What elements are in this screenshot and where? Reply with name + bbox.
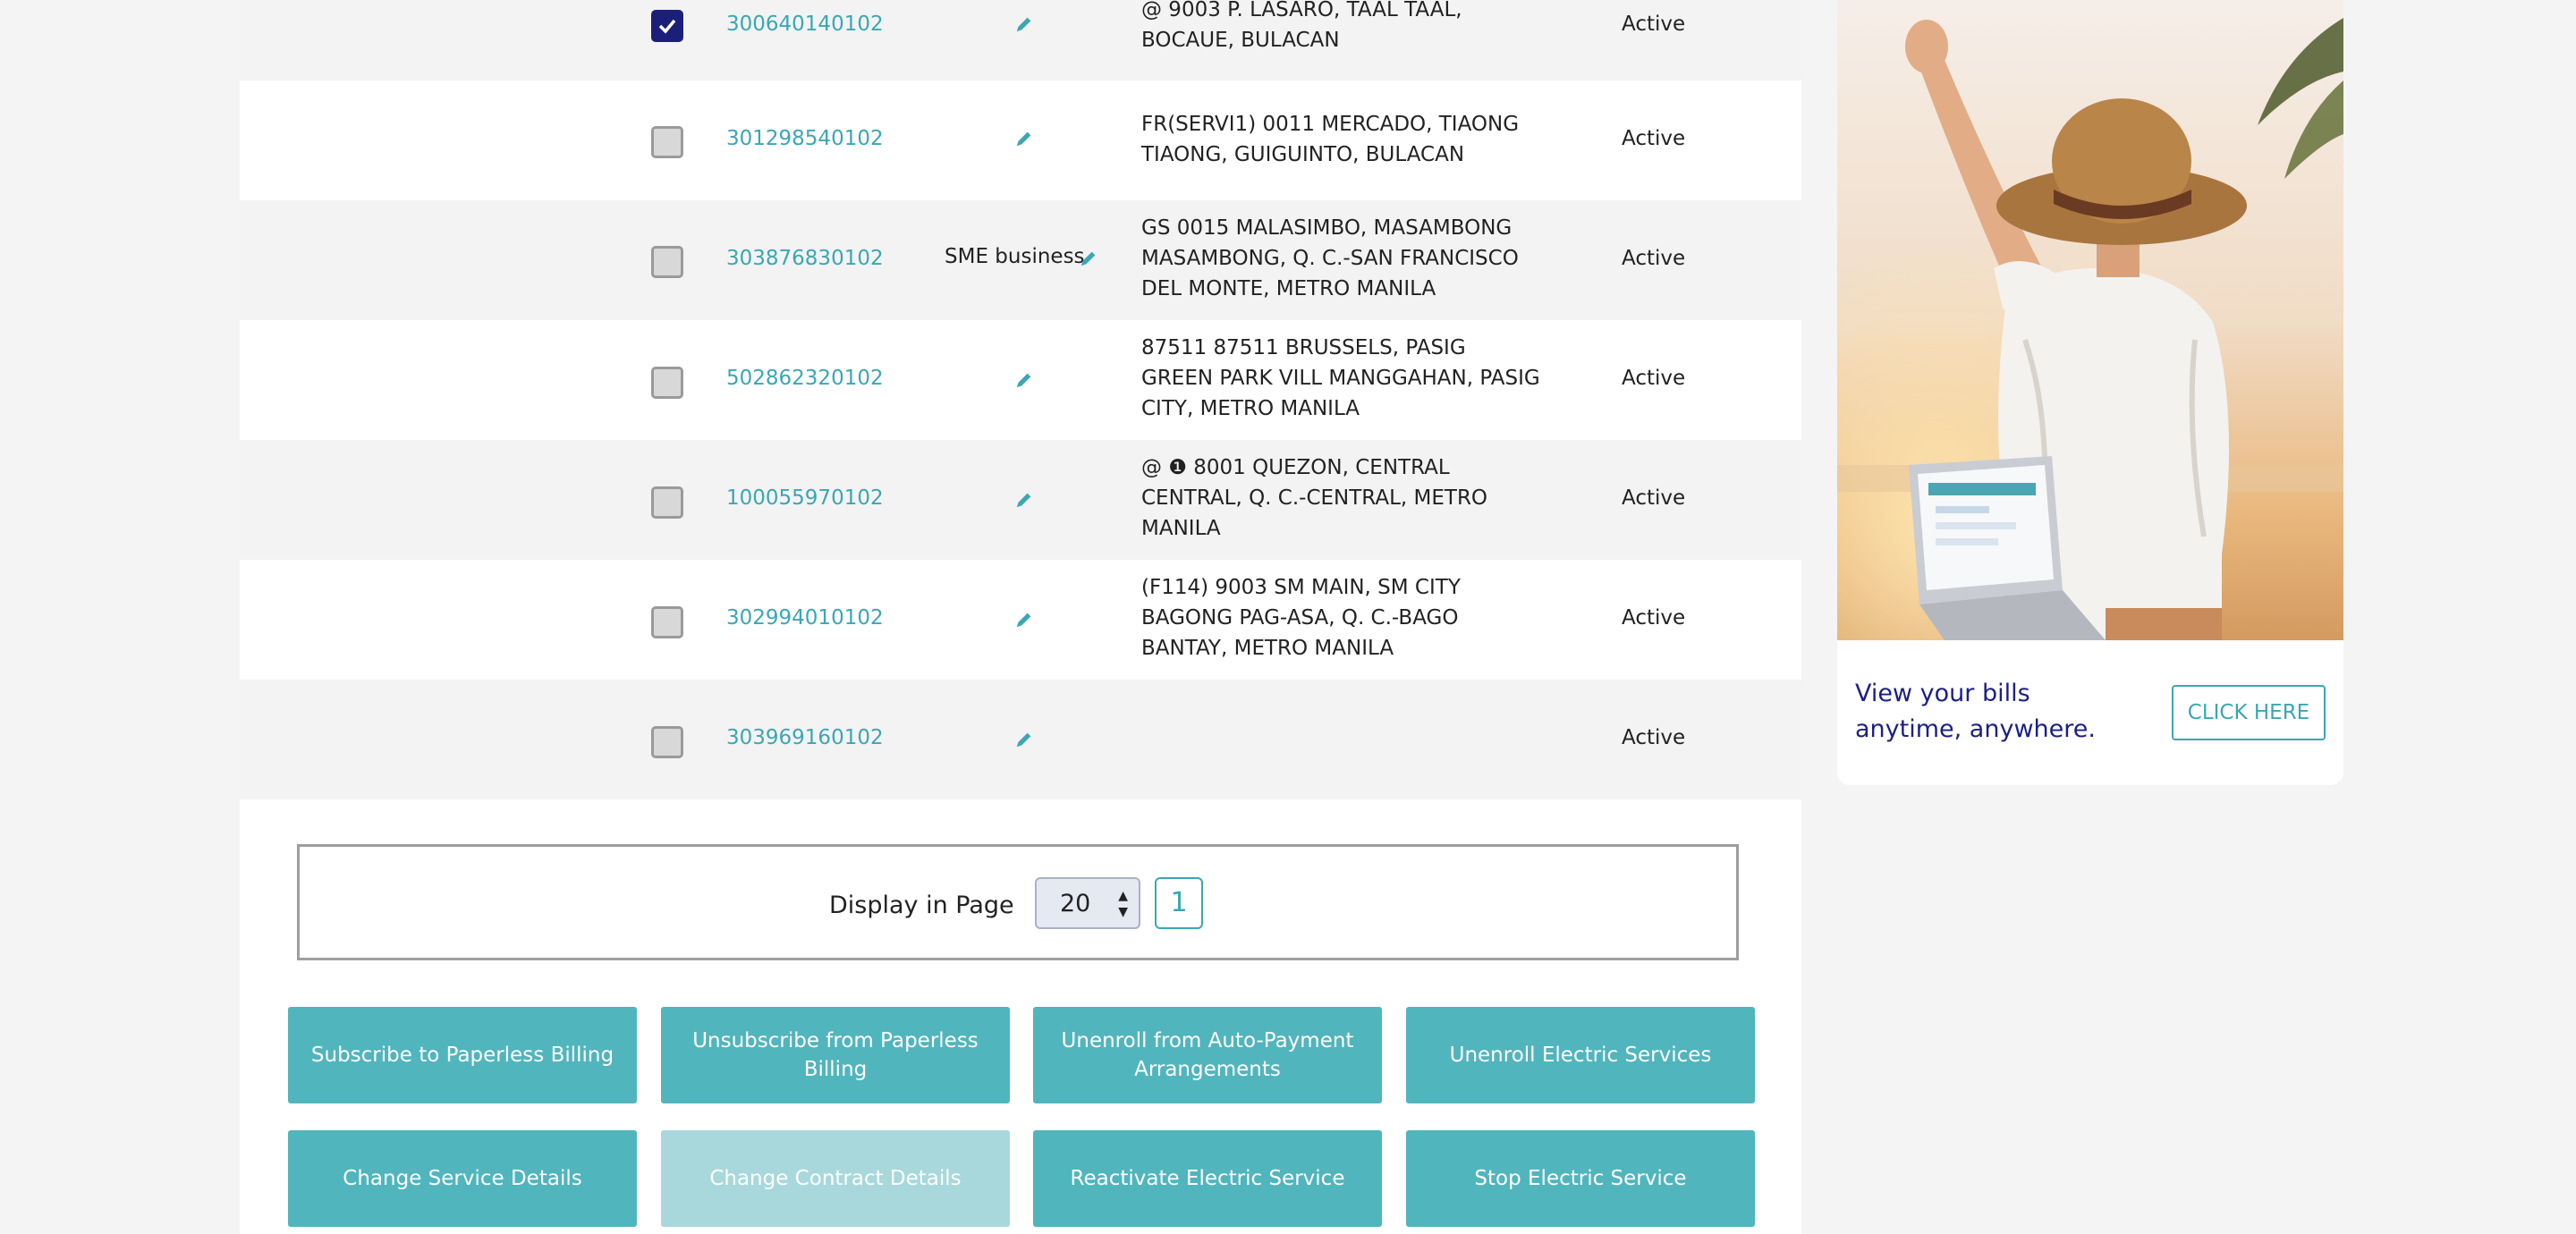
change-service-details-button[interactable]: Change Service Details <box>288 1130 637 1227</box>
stop-electric-button[interactable]: Stop Electric Service <box>1406 1130 1755 1227</box>
row-checkbox[interactable] <box>651 246 683 278</box>
pencil-icon[interactable] <box>1014 129 1034 148</box>
promo-text: View your bills anytime, anywhere. <box>1855 680 2096 743</box>
row-checkbox[interactable] <box>651 126 683 158</box>
account-number-link[interactable]: 303876830102 <box>726 247 884 270</box>
page-size-select[interactable]: 20 ▲ ▼ <box>1035 877 1140 929</box>
pencil-icon[interactable] <box>1014 610 1034 630</box>
table-row: 303876830102 SME business GS 0015 MALASI… <box>240 200 1801 320</box>
page-number-button[interactable]: 1 <box>1155 877 1203 929</box>
status-text: Active <box>1622 127 1686 150</box>
pagination-box: Display in Page 20 ▲ ▼ 1 <box>297 844 1739 960</box>
status-text: Active <box>1622 726 1686 749</box>
service-name: SME business <box>945 245 1085 268</box>
status-text: Active <box>1622 486 1686 510</box>
table-row: 303969160102 Active <box>240 680 1801 799</box>
click-here-button[interactable]: CLICK HERE <box>2172 685 2326 740</box>
table-row: 301298540102 FR(SERVI1) 0011 MERCADO, TI… <box>240 80 1801 200</box>
display-in-page-label: Display in Page <box>829 892 1014 919</box>
page-size-value: 20 <box>1060 890 1091 917</box>
pencil-icon[interactable] <box>1014 730 1034 749</box>
row-checkbox[interactable] <box>651 726 683 758</box>
pencil-icon[interactable] <box>1014 490 1034 510</box>
service-address: GS 0015 MALASIMBO, MASAMBONG MASAMBONG, … <box>1141 216 1519 300</box>
status-text: Active <box>1622 606 1686 630</box>
status-text: Active <box>1622 367 1686 390</box>
table-row: 502862320102 87511 87511 BRUSSELS, PASIG… <box>240 320 1801 440</box>
account-number-link[interactable]: 100055970102 <box>726 486 884 510</box>
pencil-icon[interactable] <box>1014 370 1034 390</box>
status-text: Active <box>1622 247 1686 270</box>
table-row: 302994010102 (F114) 9003 SM MAIN, SM CIT… <box>240 560 1801 680</box>
pencil-icon[interactable] <box>1014 14 1034 34</box>
service-address: @ ❶ 8001 QUEZON, CENTRAL CENTRAL, Q. C.-… <box>1141 456 1488 540</box>
account-number-link[interactable]: 301298540102 <box>726 127 884 150</box>
change-contract-details-button: Change Contract Details <box>661 1130 1010 1227</box>
account-number-link[interactable]: 303969160102 <box>726 726 884 749</box>
status-text: Active <box>1622 13 1686 36</box>
row-checkbox[interactable] <box>651 606 683 638</box>
account-number-link[interactable]: 502862320102 <box>726 367 884 390</box>
accounts-panel: 300640140102 @ 9003 P. LASARO, TAAL TAAL… <box>240 0 1801 1234</box>
service-address: FR(SERVI1) 0011 MERCADO, TIAONG TIAONG, … <box>1141 113 1520 166</box>
service-address: (F114) 9003 SM MAIN, SM CITY BAGONG PAG-… <box>1141 576 1461 660</box>
table-row: 100055970102 @ ❶ 8001 QUEZON, CENTRAL CE… <box>240 440 1801 560</box>
unenroll-autopay-button[interactable]: Unenroll from Auto-Payment Arrangements <box>1033 1007 1382 1103</box>
unsubscribe-paperless-button[interactable]: Unsubscribe from Paperless Billing <box>661 1007 1010 1103</box>
row-checkbox[interactable] <box>651 486 683 519</box>
row-checkbox[interactable] <box>651 367 683 399</box>
reactivate-electric-button[interactable]: Reactivate Electric Service <box>1033 1130 1382 1227</box>
promo-card: View your bills anytime, anywhere. CLICK… <box>1837 0 2343 785</box>
unenroll-electric-button[interactable]: Unenroll Electric Services <box>1406 1007 1755 1103</box>
row-checkbox[interactable] <box>651 10 683 42</box>
service-address: 87511 87511 BRUSSELS, PASIG GREEN PARK V… <box>1141 336 1540 420</box>
account-number-link[interactable]: 302994010102 <box>726 606 884 630</box>
promo-woman-laptop-image <box>1837 0 2343 640</box>
subscribe-paperless-button[interactable]: Subscribe to Paperless Billing <box>288 1007 637 1103</box>
spinner-arrows-icon[interactable]: ▲ ▼ <box>1118 888 1128 920</box>
account-number-link[interactable]: 300640140102 <box>726 13 884 36</box>
service-address: @ 9003 P. LASARO, TAAL TAAL, BOCAUE, BUL… <box>1141 0 1462 52</box>
pencil-icon[interactable] <box>1079 249 1098 268</box>
